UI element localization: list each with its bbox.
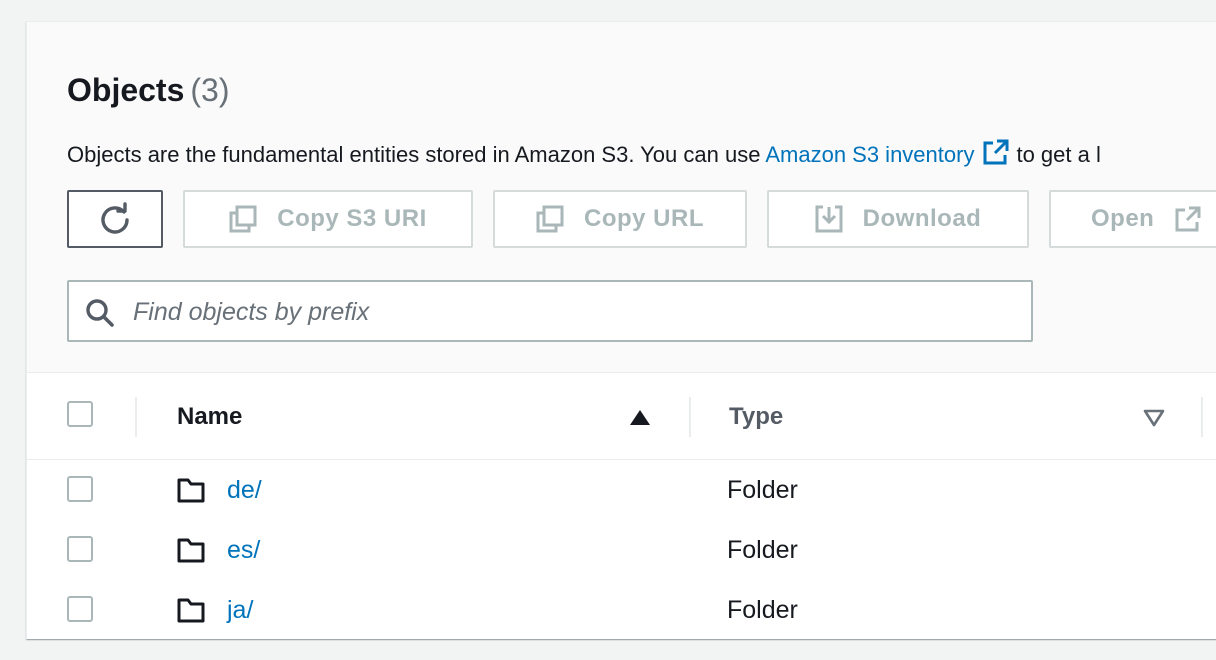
folder-icon (177, 538, 205, 563)
copy-icon (229, 205, 257, 233)
s3-inventory-link[interactable]: Amazon S3 inventory (765, 142, 974, 167)
select-all-checkbox[interactable] (67, 401, 93, 427)
table-header: Name Type (27, 373, 1216, 460)
table-row: ja/ Folder (27, 580, 1216, 639)
objects-panel: Objects (3) Objects are the fundamental e… (26, 21, 1216, 639)
refresh-icon (101, 202, 129, 234)
folder-icon (177, 478, 205, 503)
column-header-name[interactable]: Name (177, 403, 242, 431)
copy-url-button[interactable]: Copy URL (493, 190, 747, 248)
refresh-button[interactable] (67, 190, 163, 248)
folder-icon (177, 598, 205, 623)
copy-s3-uri-label: Copy S3 URI (277, 205, 427, 232)
download-icon (815, 205, 843, 233)
column-divider (689, 397, 691, 437)
title-label: Objects (67, 72, 185, 108)
object-name-link[interactable]: de/ (227, 476, 262, 505)
external-link-icon (1175, 206, 1201, 232)
row-checkbox[interactable] (67, 596, 93, 622)
column-divider (1201, 397, 1203, 437)
table-row: es/ Folder (27, 520, 1216, 581)
table-row: de/ Folder (27, 460, 1216, 521)
external-link-icon[interactable] (982, 138, 1010, 172)
copy-icon (536, 205, 564, 233)
sort-ascending-icon[interactable] (629, 409, 651, 427)
search-input[interactable] (131, 290, 1015, 334)
description-suffix: to get a l (1016, 142, 1101, 167)
description-text: Objects are the fundamental entities sto… (67, 142, 766, 167)
object-type: Folder (727, 476, 798, 504)
search-field[interactable] (67, 280, 1033, 342)
object-type: Folder (727, 536, 798, 564)
object-name-link[interactable]: es/ (227, 536, 260, 565)
object-type: Folder (727, 596, 798, 624)
open-button[interactable]: Open (1049, 190, 1216, 248)
page-title: Objects (3) (67, 72, 229, 109)
copy-url-label: Copy URL (584, 205, 704, 232)
column-header-type[interactable]: Type (729, 403, 783, 431)
row-checkbox[interactable] (67, 536, 93, 562)
sort-unsorted-icon[interactable] (1143, 409, 1165, 427)
download-button[interactable]: Download (767, 190, 1029, 248)
search-icon (86, 299, 114, 327)
open-label: Open (1091, 205, 1155, 232)
copy-s3-uri-button[interactable]: Copy S3 URI (183, 190, 473, 248)
objects-description: Objects are the fundamental entities sto… (67, 138, 1101, 172)
column-divider (135, 397, 137, 437)
download-label: Download (862, 205, 982, 232)
object-name-link[interactable]: ja/ (227, 596, 253, 625)
object-count: (3) (190, 72, 230, 108)
objects-header: Objects (3) Objects are the fundamental e… (27, 22, 1216, 373)
row-checkbox[interactable] (67, 476, 93, 502)
